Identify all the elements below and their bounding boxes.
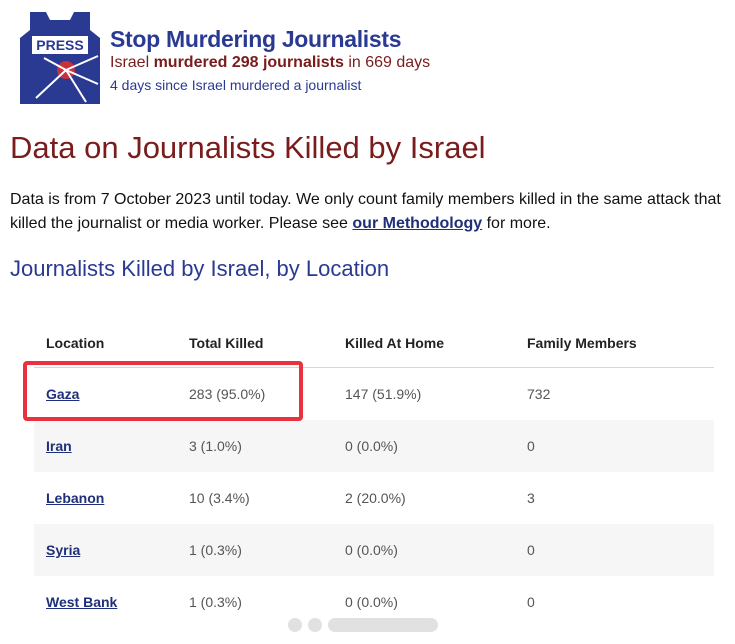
location-link[interactable]: Iran <box>46 438 72 454</box>
column-header-total-killed: Total Killed <box>189 335 264 351</box>
watermark-text-blur <box>328 618 438 632</box>
killed-at-home-cell: 2 (20.0%) <box>345 490 406 506</box>
family-members-cell: 0 <box>527 438 535 454</box>
total-killed-cell: 10 (3.4%) <box>189 490 250 506</box>
table-row: Lebanon 10 (3.4%) 2 (20.0%) 3 <box>34 472 714 524</box>
table-row: Iran 3 (1.0%) 0 (0.0%) 0 <box>34 420 714 472</box>
family-members-cell: 0 <box>527 594 535 610</box>
column-header-family-members: Family Members <box>527 335 637 351</box>
site-title[interactable]: Stop Murdering Journalists <box>110 26 402 53</box>
column-header-killed-at-home: Killed At Home <box>345 335 445 351</box>
tagline: Israel murdered 298 journalists in 669 d… <box>110 54 430 72</box>
tagline-pre: Israel <box>110 54 154 71</box>
intro-text-post: for more. <box>482 215 551 232</box>
killed-at-home-cell: 147 (51.9%) <box>345 386 422 402</box>
logo-press-text: PRESS <box>36 37 83 53</box>
site-header: PRESS Stop Murdering Journalists Israel … <box>16 8 716 108</box>
total-killed-cell: 1 (0.3%) <box>189 594 242 610</box>
total-killed-cell: 3 (1.0%) <box>189 438 242 454</box>
methodology-link[interactable]: our Methodology <box>352 215 482 232</box>
page-title: Data on Journalists Killed by Israel <box>10 130 486 165</box>
location-link[interactable]: West Bank <box>46 594 117 610</box>
location-link[interactable]: Lebanon <box>46 490 104 506</box>
highlight-annotation-box <box>23 361 303 421</box>
total-killed-cell: 1 (0.3%) <box>189 542 242 558</box>
watermark-icon <box>308 618 322 632</box>
section-title: Journalists Killed by Israel, by Locatio… <box>10 256 390 281</box>
tagline-post: in 669 days <box>343 54 431 71</box>
killed-at-home-cell: 0 (0.0%) <box>345 594 398 610</box>
table-row: Syria 1 (0.3%) 0 (0.0%) 0 <box>34 524 714 576</box>
family-members-cell: 0 <box>527 542 535 558</box>
days-since-text: 4 days since Israel murdered a journalis… <box>110 77 362 93</box>
family-members-cell: 3 <box>527 490 535 506</box>
press-vest-logo-icon[interactable]: PRESS <box>16 8 104 108</box>
column-header-location: Location <box>46 335 105 351</box>
tagline-count: murdered 298 journalists <box>153 54 344 71</box>
family-members-cell: 732 <box>527 386 551 402</box>
watermark-icon <box>288 618 302 632</box>
watermark <box>288 616 448 634</box>
killed-at-home-cell: 0 (0.0%) <box>345 438 398 454</box>
intro-paragraph: Data is from 7 October 2023 until today.… <box>10 188 725 236</box>
location-link[interactable]: Syria <box>46 542 80 558</box>
killed-at-home-cell: 0 (0.0%) <box>345 542 398 558</box>
